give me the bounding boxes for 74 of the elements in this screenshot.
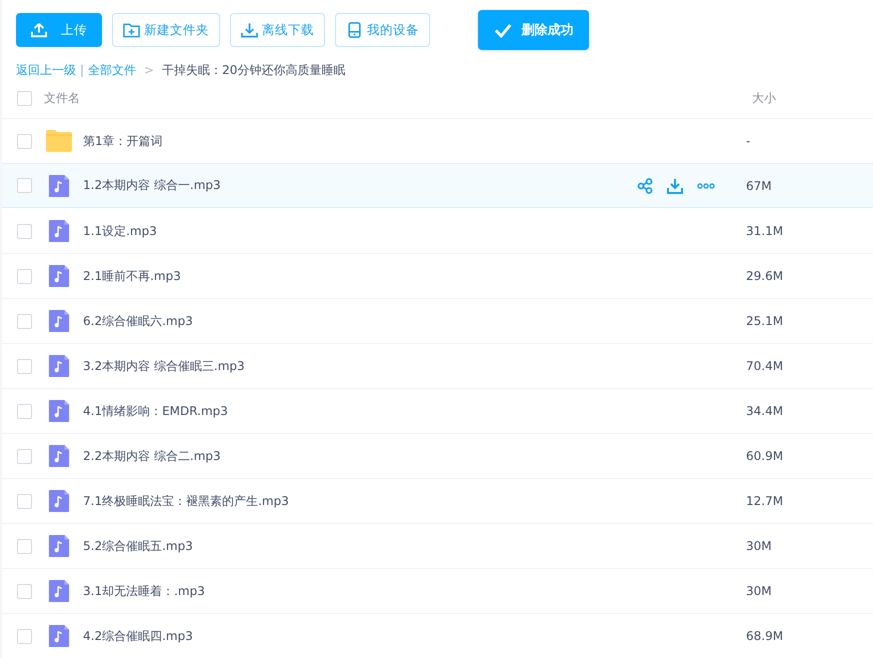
file-row[interactable]: 7.1终极睡眠法宝：褪黑素的产生.mp3 12.7M [2, 478, 873, 523]
audio-file-icon [46, 400, 72, 422]
audio-file-icon [46, 355, 72, 377]
file-name[interactable]: 2.2本期内容 综合二.mp3 [83, 448, 221, 464]
file-size: 30M [746, 539, 772, 553]
file-size: 34.4M [746, 404, 784, 418]
audio-file-icon [46, 310, 72, 332]
row-checkbox[interactable] [17, 404, 32, 418]
row-checkbox[interactable] [17, 584, 32, 598]
file-row[interactable]: 2.1睡前不再.mp3 29.6M [2, 253, 873, 298]
file-row[interactable]: 6.2综合催眠六.mp3 25.1M [2, 298, 873, 343]
file-row[interactable]: 5.2综合催眠五.mp3 30M [2, 523, 873, 568]
download-icon[interactable] [667, 178, 683, 194]
audio-file-icon [46, 220, 72, 242]
breadcrumb-divider: | [80, 63, 84, 77]
file-name[interactable]: 第1章：开篇词 [83, 132, 163, 150]
current-folder: 干掉失眠：20分钟还你高质量睡眠 [162, 62, 346, 78]
download-icon [241, 22, 258, 38]
audio-file-icon [46, 535, 72, 557]
audio-file-icon [46, 580, 72, 602]
row-checkbox[interactable] [17, 494, 32, 508]
folder-plus-icon [123, 22, 140, 38]
file-size: 12.7M [746, 494, 784, 508]
file-size: 29.6M [746, 269, 784, 283]
row-checkbox[interactable] [17, 628, 32, 644]
row-checkbox[interactable] [17, 178, 32, 193]
audio-file-icon [46, 265, 72, 287]
row-checkbox[interactable] [17, 358, 32, 374]
file-name[interactable]: 4.1情绪影响：EMDR.mp3 [83, 402, 228, 420]
select-all-checkbox[interactable] [17, 90, 32, 106]
file-size: 67M [746, 178, 772, 192]
column-header: 文件名 [44, 90, 80, 106]
file-size: 31.1M [746, 224, 784, 238]
column-header: 大小 [752, 90, 776, 106]
file-name[interactable]: 3.1却无法睡着：.mp3 [83, 582, 205, 600]
file-size: 25.1M [746, 314, 784, 328]
check-icon [494, 22, 512, 38]
file-size: 30M [746, 584, 772, 598]
file-row[interactable]: 1.1设定.mp3 31.1M [2, 208, 873, 253]
audio-file-icon [46, 174, 72, 196]
row-checkbox[interactable] [17, 134, 32, 148]
file-row[interactable]: 2.2本期内容 综合二.mp3 60.9M [2, 433, 873, 478]
file-name[interactable]: 1.2本期内容 综合一.mp3 [83, 177, 221, 194]
row-checkbox[interactable] [17, 314, 32, 328]
breadcrumb-arrow: > [144, 63, 154, 77]
audio-file-icon [46, 625, 72, 647]
audio-file-icon [46, 490, 72, 512]
file-size: 68.9M [746, 629, 784, 643]
file-size: - [746, 134, 750, 148]
file-name[interactable]: 4.2综合催眠四.mp3 [83, 628, 193, 644]
file-size: 60.9M [746, 449, 784, 463]
file-name[interactable]: 7.1终极睡眠法宝：褪黑素的产生.mp3 [83, 492, 289, 510]
device-icon [346, 22, 363, 38]
file-name[interactable]: 1.1设定.mp3 [83, 222, 157, 240]
share-icon[interactable] [637, 178, 653, 194]
row-checkbox[interactable] [17, 448, 32, 464]
file-row[interactable]: 3.1却无法睡着：.mp3 30M [2, 568, 873, 613]
file-name[interactable]: 3.2本期内容 综合催眠三.mp3 [83, 358, 245, 374]
file-size: 70.4M [746, 359, 784, 373]
file-row[interactable]: 3.2本期内容 综合催眠三.mp3 70.4M [2, 343, 873, 388]
file-name[interactable]: 2.1睡前不再.mp3 [83, 268, 181, 284]
upload-icon [31, 22, 47, 38]
row-checkbox[interactable] [17, 224, 32, 238]
file-row[interactable]: 4.1情绪影响：EMDR.mp3 34.4M [2, 388, 873, 433]
audio-file-icon [46, 445, 72, 467]
file-row[interactable]: 4.2综合催眠四.mp3 68.9M [2, 613, 873, 658]
file-row[interactable]: 1.2本期内容 综合一.mp3 67M [2, 163, 873, 208]
file-name[interactable]: 5.2综合催眠五.mp3 [83, 538, 193, 554]
toast-text: 删除成功 [522, 22, 574, 39]
row-checkbox[interactable] [17, 538, 32, 554]
more-icon[interactable] [697, 182, 715, 188]
row-checkbox[interactable] [17, 268, 32, 284]
file-name[interactable]: 6.2综合催眠六.mp3 [83, 312, 193, 330]
folder-icon [46, 130, 72, 152]
